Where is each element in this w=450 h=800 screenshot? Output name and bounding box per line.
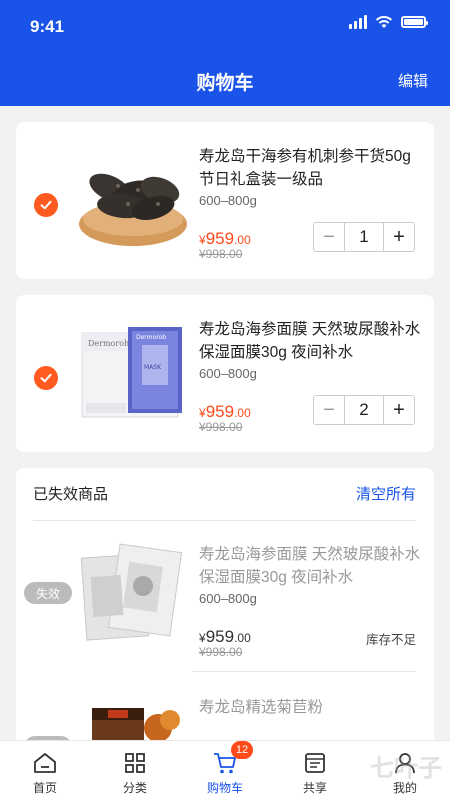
- tab-label: 购物车: [206, 781, 243, 795]
- divider: [33, 520, 416, 521]
- price-decimal: .00: [234, 233, 251, 247]
- quantity-value[interactable]: 1: [344, 223, 384, 251]
- face-mask-image: Dermoroher Dermorob MASK: [81, 327, 182, 418]
- product-name[interactable]: 寿龙岛海参面膜 天然玻尿酸补水保湿面膜30g 夜间补水: [199, 543, 425, 589]
- quantity-value[interactable]: 2: [344, 396, 384, 424]
- sea-cucumber-image: [79, 173, 187, 246]
- invalid-header: 已失效商品 清空所有: [16, 468, 434, 518]
- price-currency: ¥: [199, 406, 206, 420]
- product-price: ¥959.00: [199, 229, 251, 249]
- price-integer: 959: [205, 229, 235, 248]
- price-integer: 959: [205, 402, 235, 421]
- product-price: ¥959.00: [199, 402, 251, 422]
- clear-all-button[interactable]: 清空所有: [356, 483, 416, 504]
- tab-home[interactable]: 首页: [0, 741, 90, 800]
- product-name[interactable]: 寿龙岛精选菊苣粉: [199, 696, 425, 719]
- signal-icon: [349, 15, 367, 29]
- checkmark-icon: [40, 373, 52, 383]
- increase-button[interactable]: +: [384, 223, 414, 251]
- price-decimal: .00: [234, 406, 251, 420]
- price-integer: 959: [205, 627, 235, 646]
- home-icon: [34, 753, 56, 773]
- status-time: 9:41: [30, 17, 65, 36]
- decrease-button[interactable]: −: [314, 396, 344, 424]
- price-currency: ¥: [199, 631, 206, 645]
- watermark: 七叶子: [370, 755, 442, 782]
- wifi-icon: [375, 16, 393, 28]
- quantity-stepper: − 1 +: [313, 222, 415, 252]
- face-mask-image: [80, 543, 183, 641]
- price-currency: ¥: [199, 233, 206, 247]
- product-name[interactable]: 寿龙岛干海参有机刺参干货50g节日礼盒装一级品: [199, 145, 425, 191]
- grid-icon: [125, 753, 145, 773]
- increase-button[interactable]: +: [384, 396, 414, 424]
- product-spec: 600–800g: [199, 366, 257, 381]
- checkmark-icon: [40, 200, 52, 210]
- tab-label: 首页: [32, 781, 57, 795]
- tab-share[interactable]: 共享: [270, 741, 360, 800]
- original-price: ¥998.00: [199, 645, 243, 659]
- product-spec: 600–800g: [199, 193, 257, 208]
- invalid-title: 已失效商品: [33, 485, 109, 503]
- top-bar: 9:41 购物车 编辑: [0, 0, 450, 106]
- original-price: ¥998.00: [199, 247, 243, 261]
- svg-text:MASK: MASK: [144, 364, 162, 371]
- tab-category[interactable]: 分类: [90, 741, 180, 800]
- svg-text:Dermorob: Dermorob: [136, 334, 166, 341]
- tab-cart[interactable]: 12 购物车: [180, 741, 270, 800]
- selected-checkbox[interactable]: [34, 193, 58, 217]
- battery-icon: [401, 16, 428, 28]
- divider: [192, 671, 416, 672]
- original-price: ¥998.00: [199, 420, 243, 434]
- invalid-items-section: 已失效商品 清空所有 失效 寿龙岛海参面膜 天然玻尿酸补水保湿面膜30g 夜间补…: [16, 468, 434, 758]
- decrease-button[interactable]: −: [314, 223, 344, 251]
- cart-item: 寿龙岛干海参有机刺参干货50g节日礼盒装一级品 600–800g ¥959.00…: [16, 122, 434, 279]
- selected-checkbox[interactable]: [34, 366, 58, 390]
- status-icons: [349, 15, 428, 29]
- edit-button[interactable]: 编辑: [398, 70, 428, 91]
- page-title: 购物车: [196, 73, 254, 94]
- stock-status: 库存不足: [365, 633, 416, 647]
- product-name[interactable]: 寿龙岛海参面膜 天然玻尿酸补水保湿面膜30g 夜间补水: [199, 318, 425, 364]
- product-price: ¥959.00: [199, 627, 251, 647]
- tab-label: 分类: [122, 781, 147, 795]
- quantity-stepper: − 2 +: [313, 395, 415, 425]
- cart-count-badge: 12: [231, 741, 253, 759]
- tab-label: 共享: [302, 781, 327, 795]
- price-decimal: .00: [234, 631, 251, 645]
- invalid-tag: 失效: [24, 582, 72, 604]
- product-spec: 600–800g: [199, 591, 257, 606]
- share-icon: [305, 753, 325, 773]
- cart-item: Dermoroher Dermorob MASK 寿龙岛海参面膜 天然玻尿酸补水…: [16, 295, 434, 452]
